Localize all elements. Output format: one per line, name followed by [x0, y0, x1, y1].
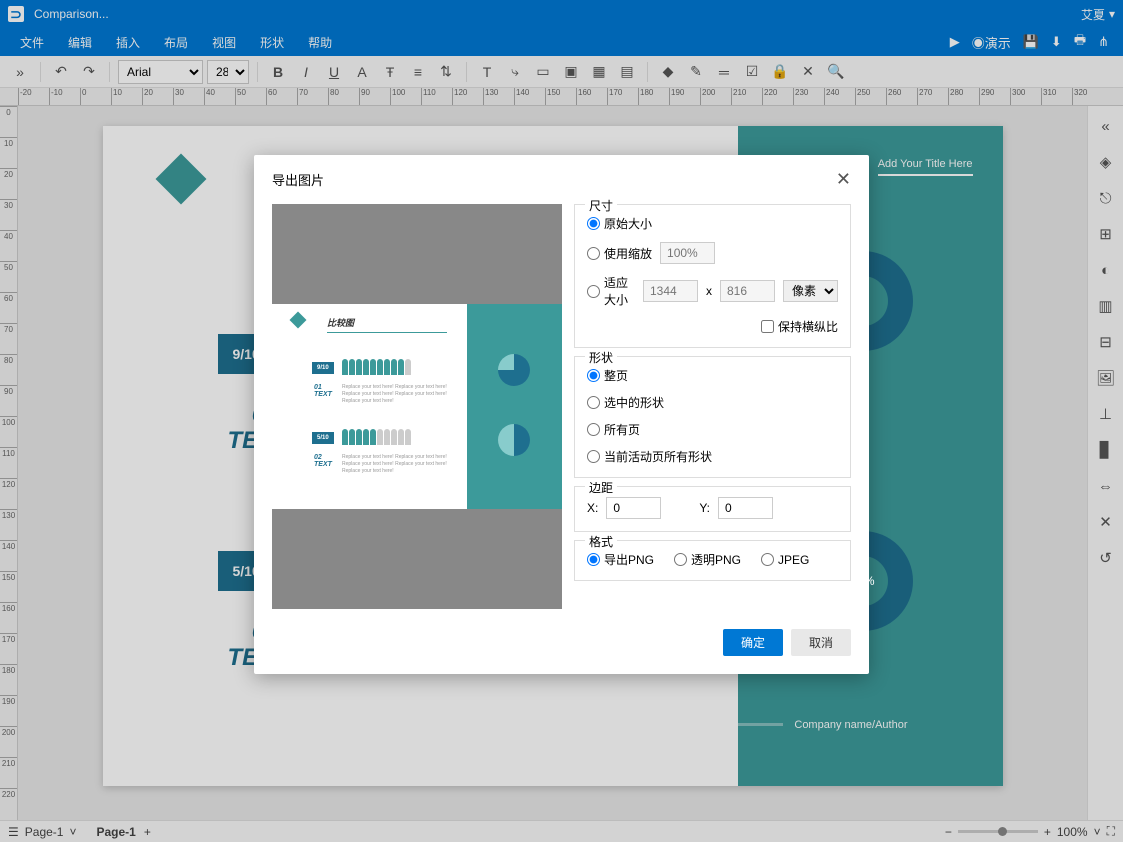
size-original-radio[interactable]: 原始大小: [587, 215, 652, 232]
shape-all-radio[interactable]: 所有页: [587, 421, 640, 438]
format-jpeg-radio[interactable]: JPEG: [761, 553, 809, 567]
size-scale-radio[interactable]: 使用缩放: [587, 245, 652, 262]
size-fieldset: 尺寸 原始大小 使用缩放 适应大小 x 像素 保持横纵比: [574, 204, 851, 348]
close-icon[interactable]: ✕: [836, 169, 851, 190]
height-input: [720, 280, 775, 302]
aspect-checkbox[interactable]: 保持横纵比: [761, 318, 838, 335]
format-png-radio[interactable]: 导出PNG: [587, 551, 654, 568]
scale-input: [660, 242, 715, 264]
margin-y-input[interactable]: [718, 497, 773, 519]
format-transparent-radio[interactable]: 透明PNG: [674, 551, 741, 568]
ok-button[interactable]: 确定: [723, 629, 783, 656]
dialog-overlay: 导出图片 ✕ 比较图 9/10 01TEXT Replace your text…: [0, 0, 1123, 842]
preview-pane: 比较图 9/10 01TEXT Replace your text here! …: [272, 204, 562, 609]
dialog-title: 导出图片: [272, 170, 836, 189]
size-fit-radio[interactable]: 适应大小: [587, 274, 635, 308]
shape-fieldset: 形状 整页 选中的形状 所有页 当前活动页所有形状: [574, 356, 851, 478]
margin-x-input[interactable]: [606, 497, 661, 519]
format-fieldset: 格式 导出PNG 透明PNG JPEG: [574, 540, 851, 581]
shape-selected-radio[interactable]: 选中的形状: [587, 394, 664, 411]
unit-select[interactable]: 像素: [783, 280, 838, 302]
cancel-button[interactable]: 取消: [791, 629, 851, 656]
shape-active-radio[interactable]: 当前活动页所有形状: [587, 448, 712, 465]
width-input: [643, 280, 698, 302]
margin-fieldset: 边距 X: Y:: [574, 486, 851, 532]
export-dialog: 导出图片 ✕ 比较图 9/10 01TEXT Replace your text…: [254, 155, 869, 674]
shape-full-radio[interactable]: 整页: [587, 367, 628, 384]
